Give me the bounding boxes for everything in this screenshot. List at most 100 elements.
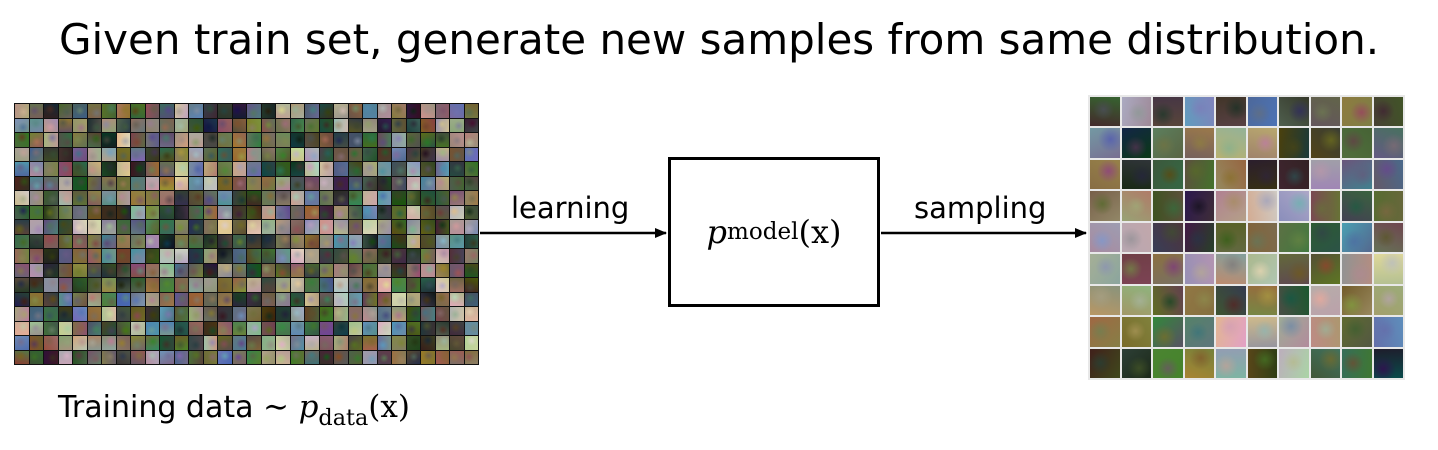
generated-sample-tile [1373,348,1403,378]
generated-sample-tile [1373,254,1403,284]
generated-sample-tile [1184,254,1214,284]
generated-sample-tile [1090,128,1120,158]
generated-sample-tile [1279,285,1309,316]
generated-sample-tile [1090,97,1120,127]
generated-sample-tile [1216,159,1246,190]
training-caption-text: Training data [58,390,254,425]
generated-sample-tile [1153,222,1183,253]
generated-sample-tile [1216,97,1246,127]
generated-sample-tile [1121,348,1151,378]
tilde-symbol: ∼ [263,389,290,425]
generated-sample-tile [1373,159,1403,190]
learning-label: learning [511,191,630,225]
generated-sample-tile [1153,348,1183,378]
generated-sample-tile [1342,128,1372,158]
generated-sample-tile [1216,128,1246,158]
generated-sample-tile [1184,128,1214,158]
generated-sample-tile [1247,159,1277,190]
generated-sample-tile [1342,317,1372,347]
generated-sample-tile [1247,317,1277,347]
generated-sample-tile [1216,222,1246,253]
generated-sample-tile [1153,191,1183,221]
generated-sample-tile [1216,348,1246,378]
generated-sample-tile [1184,159,1214,190]
generated-sample-tile [1216,191,1246,221]
model-box: p model(x) [668,157,880,307]
generated-sample-tile [1373,191,1403,221]
generated-sample-tile [1342,222,1372,253]
generated-sample-tile [1310,128,1340,158]
generated-sample-tile [1184,317,1214,347]
generated-sample-tile [1121,97,1151,127]
generated-sample-tile [1216,285,1246,316]
training-caption: Training data ∼ pdata(x) [58,385,410,440]
generated-sample-tile [1247,285,1277,316]
generated-sample-tile [1279,97,1309,127]
generated-sample-tile [1153,317,1183,347]
data-arg-close: ) [397,389,410,425]
model-arg-close: ) [828,213,842,251]
generated-sample-tile [1153,285,1183,316]
generated-sample-tile [1310,191,1340,221]
generated-sample-tile [1090,159,1120,190]
data-p-symbol: p [298,389,319,425]
generated-sample-tile [1247,97,1277,127]
generated-sample-tile [1090,254,1120,284]
generated-sample-tile [1342,348,1372,378]
generated-sample-tile [1090,348,1120,378]
model-arg-open: ( [798,213,811,251]
generated-sample-tile [1342,254,1372,284]
data-subscript: data [318,404,369,431]
generated-sample-tile [1310,348,1340,378]
sampling-label: sampling [914,191,1047,225]
generated-sample-tile [1373,128,1403,158]
generated-sample-tile [1247,348,1277,378]
generated-sample-tile [1279,254,1309,284]
generated-sample-tile [1310,97,1340,127]
generated-sample-tile [1184,222,1214,253]
generated-sample-tile [1184,97,1214,127]
generated-sample-tile [1153,128,1183,158]
generated-sample-tile [1184,348,1214,378]
generated-sample-tile [1121,222,1151,253]
generated-sample-tile [1310,285,1340,316]
generated-sample-tile [1090,317,1120,347]
generated-sample-tile [1216,254,1246,284]
generated-sample-tile [1247,222,1277,253]
generated-sample-tile [1310,159,1340,190]
generated-sample-tile [1153,97,1183,127]
generated-sample-tile [1247,254,1277,284]
generated-sample-tile [1279,222,1309,253]
generated-sample-tile [1279,348,1309,378]
generated-sample-tile [1342,97,1372,127]
generated-sample-tile [1153,159,1183,190]
generated-sample-tile [1310,222,1340,253]
generated-sample-tile [1342,159,1372,190]
model-arg: x [810,213,829,251]
generated-sample-tile [1279,191,1309,221]
generated-sample-tile [1373,222,1403,253]
generated-sample-tile [1279,128,1309,158]
data-arg: x [380,389,398,425]
generated-sample-tile [1184,191,1214,221]
generated-sample-tile [1121,254,1151,284]
generated-sample-tile [1310,317,1340,347]
generated-sample-tile [1216,317,1246,347]
generated-sample-tile [1121,285,1151,316]
generated-sample-tile [1279,159,1309,190]
generated-sample-tile [1121,191,1151,221]
generated-sample-tile [1310,254,1340,284]
data-arg-open: ( [368,389,381,425]
generated-sample-tile [1373,317,1403,347]
generated-sample-tile [1090,285,1120,316]
generated-sample-tile [1090,222,1120,253]
generated-sample-tile [1121,317,1151,347]
generated-samples-grid [1088,95,1405,380]
generated-sample-tile [1184,285,1214,316]
generated-sample-tile [1153,254,1183,284]
generated-sample-tile [1090,191,1120,221]
generated-sample-tile [1342,191,1372,221]
generated-sample-tile [1373,285,1403,316]
generated-sample-tile [1121,128,1151,158]
generated-sample-tile [1373,97,1403,127]
